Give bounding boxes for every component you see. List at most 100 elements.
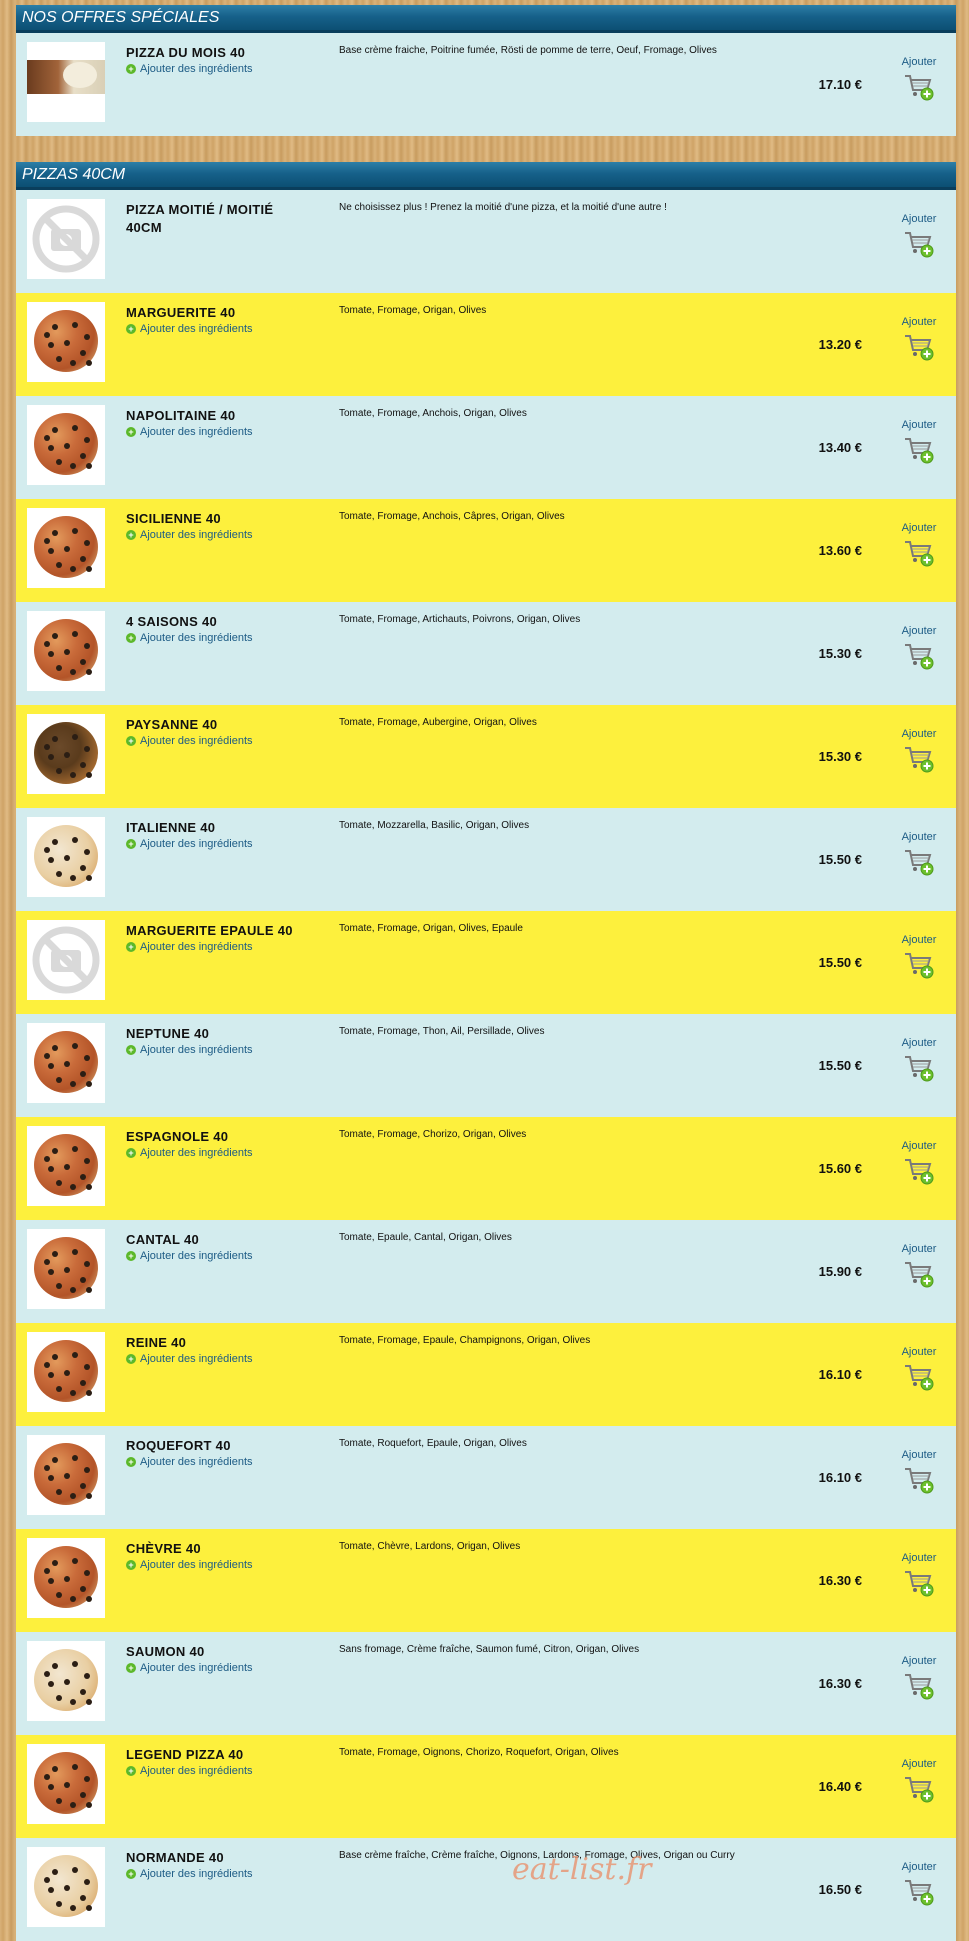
item-image[interactable]: [27, 1538, 105, 1618]
add-to-cart-button[interactable]: Ajouter: [894, 419, 944, 465]
add-to-cart-button[interactable]: Ajouter: [894, 1346, 944, 1392]
item-description: Base crème fraiche, Poitrine fumée, Röst…: [339, 45, 717, 56]
pizza-image: [34, 1752, 98, 1814]
cart-add-icon: [905, 1159, 934, 1185]
add-to-cart-button[interactable]: Ajouter: [894, 213, 944, 259]
item-image[interactable]: [27, 611, 105, 691]
add-to-cart-button[interactable]: Ajouter: [894, 1758, 944, 1804]
menu-item-row: NORMANDE 40 + Ajouter des ingrédients Base …: [16, 1838, 956, 1941]
menu-item-row: LEGEND PIZZA 40 + Ajouter des ingrédients T…: [16, 1735, 956, 1838]
add-to-cart-button[interactable]: Ajouter: [894, 1861, 944, 1907]
add-to-cart-button[interactable]: Ajouter: [894, 1655, 944, 1701]
plus-circle-icon: +: [126, 324, 136, 334]
item-price: 13.40 €: [818, 440, 862, 455]
add-ingredients-link[interactable]: + Ajouter des ingrédients: [126, 838, 253, 850]
add-ingredients-link[interactable]: + Ajouter des ingrédients: [126, 1765, 253, 1777]
plus-circle-icon: +: [126, 1251, 136, 1261]
add-to-cart-button[interactable]: Ajouter: [894, 1037, 944, 1083]
item-image[interactable]: [27, 1229, 105, 1309]
pizza-image: [34, 1237, 98, 1299]
item-name: PAYSANNE 40: [126, 717, 218, 732]
add-to-cart-button[interactable]: Ajouter: [894, 1449, 944, 1495]
cart-add-icon: [905, 1674, 934, 1700]
cart-add-icon: [905, 438, 934, 464]
item-description: Sans fromage, Crème fraîche, Saumon fumé…: [339, 1644, 640, 1655]
item-image[interactable]: [27, 1641, 105, 1721]
pizza-image: [34, 1031, 98, 1093]
add-ingredients-link[interactable]: + Ajouter des ingrédients: [126, 632, 253, 644]
add-to-cart-button[interactable]: Ajouter: [894, 1243, 944, 1289]
add-ingredients-link[interactable]: + Ajouter des ingrédients: [126, 1559, 253, 1571]
add-ingredients-link[interactable]: + Ajouter des ingrédients: [126, 1044, 253, 1056]
menu-item-row: MARGUERITE EPAULE 40 + Ajouter des ingrédi…: [16, 911, 956, 1014]
add-to-cart-button[interactable]: Ajouter: [894, 934, 944, 980]
cart-add-icon: [905, 1365, 934, 1391]
pizza-image: [34, 516, 98, 578]
item-image[interactable]: [27, 1126, 105, 1206]
item-image[interactable]: [27, 42, 105, 122]
section-title: NOS OFFRES SPÉCIALES: [16, 5, 956, 33]
item-name: NEPTUNE 40: [126, 1026, 210, 1041]
add-label: Ajouter: [901, 56, 937, 68]
add-ingredients-link[interactable]: + Ajouter des ingrédients: [126, 1456, 253, 1468]
add-to-cart-button[interactable]: Ajouter: [894, 625, 944, 671]
item-image[interactable]: [27, 1847, 105, 1927]
add-ingredients-link[interactable]: + Ajouter des ingrédients: [126, 1147, 253, 1159]
add-to-cart-button[interactable]: Ajouter: [894, 1552, 944, 1598]
add-label: Ajouter: [901, 728, 937, 740]
item-name: ESPAGNOLE 40: [126, 1129, 229, 1144]
add-ingredients-link[interactable]: + Ajouter des ingrédients: [126, 529, 253, 541]
item-image[interactable]: [27, 1744, 105, 1824]
add-to-cart-button[interactable]: Ajouter: [894, 522, 944, 568]
add-to-cart-button[interactable]: Ajouter: [894, 728, 944, 774]
add-label: Ajouter: [901, 1037, 937, 1049]
item-image[interactable]: [27, 199, 105, 279]
add-ingredients-label: Ajouter des ingrédients: [140, 1044, 253, 1056]
item-image[interactable]: [27, 714, 105, 794]
plus-circle-icon: +: [126, 1869, 136, 1879]
add-ingredients-link[interactable]: + Ajouter des ingrédients: [126, 1250, 253, 1262]
item-image[interactable]: [27, 920, 105, 1000]
item-description: Tomate, Fromage, Aubergine, Origan, Oliv…: [339, 717, 537, 728]
item-price: 15.30 €: [818, 749, 862, 764]
item-image[interactable]: [27, 405, 105, 485]
add-ingredients-label: Ajouter des ingrédients: [140, 323, 253, 335]
add-to-cart-button[interactable]: Ajouter: [894, 1140, 944, 1186]
item-image[interactable]: [27, 1023, 105, 1103]
add-ingredients-label: Ajouter des ingrédients: [140, 941, 253, 953]
pizza-image: [34, 310, 98, 372]
item-image[interactable]: [27, 1332, 105, 1412]
add-to-cart-button[interactable]: Ajouter: [894, 316, 944, 362]
add-ingredients-link[interactable]: + Ajouter des ingrédients: [126, 323, 253, 335]
item-image[interactable]: [27, 302, 105, 382]
add-label: Ajouter: [901, 831, 937, 843]
add-ingredients-link[interactable]: + Ajouter des ingrédients: [126, 941, 253, 953]
add-ingredients-link[interactable]: + Ajouter des ingrédients: [126, 1868, 253, 1880]
cart-add-icon: [905, 75, 934, 101]
pizza-image: [34, 1855, 98, 1917]
item-price: 16.50 €: [818, 1882, 862, 1897]
plus-circle-icon: +: [126, 427, 136, 437]
add-to-cart-button[interactable]: Ajouter: [894, 56, 944, 102]
item-image[interactable]: [27, 817, 105, 897]
menu-item-row: PIZZA MOITIÉ / MOITIÉ 40CM Ne choisissez …: [16, 190, 956, 293]
section-special-offers: NOS OFFRES SPÉCIALES PIZZA DU MOIS 40 + Aj…: [16, 5, 956, 136]
add-ingredients-link[interactable]: + Ajouter des ingrédients: [126, 1662, 253, 1674]
add-to-cart-button[interactable]: Ajouter: [894, 831, 944, 877]
add-label: Ajouter: [901, 1449, 937, 1461]
plus-circle-icon: +: [126, 1457, 136, 1467]
cart-add-icon: [905, 335, 934, 361]
item-image[interactable]: [27, 1435, 105, 1515]
cart-add-icon: [905, 1262, 934, 1288]
add-ingredients-link[interactable]: + Ajouter des ingrédients: [126, 63, 253, 75]
item-price: 17.10 €: [818, 77, 862, 92]
add-ingredients-label: Ajouter des ingrédients: [140, 1868, 253, 1880]
add-ingredients-link[interactable]: + Ajouter des ingrédients: [126, 426, 253, 438]
add-ingredients-link[interactable]: + Ajouter des ingrédients: [126, 1353, 253, 1365]
pizza-image: [34, 825, 98, 887]
plus-circle-icon: +: [126, 1663, 136, 1673]
add-ingredients-link[interactable]: + Ajouter des ingrédients: [126, 735, 253, 747]
menu-item-row: ITALIENNE 40 + Ajouter des ingrédients Toma…: [16, 808, 956, 911]
cart-add-icon: [905, 1880, 934, 1906]
item-image[interactable]: [27, 508, 105, 588]
